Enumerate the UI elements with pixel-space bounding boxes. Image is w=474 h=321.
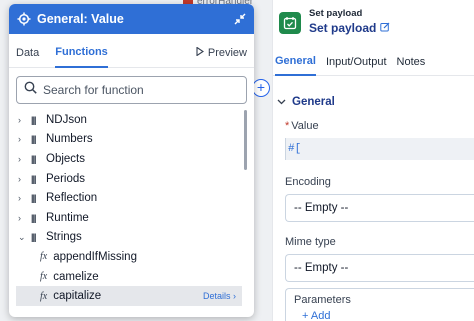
- chevron-down-icon: ⌄: [18, 231, 26, 242]
- tab-input-output[interactable]: Input/Output: [326, 48, 387, 76]
- function-tree: › ||| NDJson › ||| Numbers › ||| Objects › ||| P…: [9, 110, 254, 306]
- category-ndjson[interactable]: › ||| NDJson: [16, 110, 254, 130]
- section-title: General: [292, 96, 335, 108]
- popup-header: General: Value: [9, 4, 254, 34]
- library-icon: |||: [31, 193, 37, 204]
- function-search: [16, 76, 247, 104]
- category-runtime[interactable]: › ||| Runtime: [16, 208, 254, 228]
- edit-icon[interactable]: [380, 21, 390, 35]
- section-general[interactable]: General: [273, 89, 474, 115]
- category-objects[interactable]: › ||| Objects: [16, 149, 254, 169]
- category-label: Strings: [46, 231, 82, 244]
- tab-data[interactable]: Data: [16, 38, 39, 68]
- tab-general[interactable]: General: [275, 48, 316, 76]
- chevron-right-icon: ›: [18, 212, 21, 223]
- chevron-right-icon: ›: [18, 153, 21, 164]
- category-label: Runtime: [46, 211, 89, 224]
- panel-header: Set payload Set payload: [273, 0, 474, 46]
- details-link[interactable]: Details ›: [203, 291, 242, 301]
- chevron-down-icon: [277, 96, 286, 108]
- encoding-select[interactable]: -- Empty --: [285, 194, 474, 222]
- required-marker: *: [285, 120, 290, 132]
- category-label: Periods: [46, 172, 85, 185]
- collapse-icon[interactable]: [234, 13, 246, 25]
- function-label: camelize: [53, 270, 99, 283]
- category-label: Reflection: [46, 192, 98, 205]
- category-numbers[interactable]: › ||| Numbers: [16, 130, 254, 150]
- expression-popup: General: Value Data Functions Preview › |…: [9, 4, 254, 317]
- settings-icon: [17, 12, 31, 26]
- category-label: Objects: [46, 152, 85, 165]
- value-label-text: Value: [291, 120, 319, 132]
- function-item-camelize[interactable]: fx camelize: [16, 267, 242, 287]
- function-item-capitalize[interactable]: fx capitalize Details ›: [16, 286, 242, 306]
- category-label: Numbers: [46, 133, 93, 146]
- parameters-box: Parameters + Add: [285, 288, 474, 321]
- category-strings[interactable]: ⌄ ||| Strings: [16, 228, 254, 248]
- parameters-label: Parameters: [294, 294, 351, 306]
- mime-type-label: Mime type: [285, 236, 336, 248]
- popup-title: General: Value: [37, 12, 124, 26]
- preview-label: Preview: [207, 46, 247, 59]
- chevron-right-icon: ›: [18, 193, 21, 204]
- library-icon: |||: [31, 173, 37, 184]
- library-icon: |||: [31, 114, 37, 125]
- mime-type-select[interactable]: -- Empty --: [285, 254, 474, 282]
- add-component-button[interactable]: +: [252, 79, 270, 97]
- function-label: capitalize: [53, 290, 102, 303]
- search-icon: [24, 81, 37, 99]
- search-input[interactable]: [43, 83, 239, 97]
- value-label: * Value: [273, 120, 474, 132]
- function-icon: fx: [40, 290, 48, 302]
- set-payload-icon: [279, 12, 301, 34]
- library-icon: |||: [31, 134, 37, 145]
- function-label: appendIfMissing: [53, 250, 137, 263]
- library-icon: |||: [31, 212, 37, 223]
- chevron-right-icon: ›: [18, 173, 21, 184]
- category-reflection[interactable]: › ||| Reflection: [16, 188, 254, 208]
- function-icon: fx: [40, 271, 48, 283]
- add-parameter-button[interactable]: + Add: [294, 310, 466, 321]
- function-item-appendifmissing[interactable]: fx appendIfMissing: [16, 247, 242, 267]
- component-name-label: Set payload: [309, 21, 377, 35]
- library-icon: |||: [31, 232, 37, 243]
- panel-tabs: General Input/Output Notes: [273, 48, 474, 76]
- tab-functions[interactable]: Functions: [55, 38, 108, 68]
- library-icon: |||: [31, 153, 37, 164]
- category-periods[interactable]: › ||| Periods: [16, 169, 254, 189]
- value-expression-field[interactable]: #[: [285, 138, 474, 160]
- preview-toggle[interactable]: Preview: [196, 45, 247, 59]
- function-icon: fx: [40, 251, 48, 263]
- encoding-label: Encoding: [285, 176, 331, 188]
- properties-panel: Set payload Set payload General Input/Ou…: [272, 0, 474, 321]
- play-icon: [196, 45, 204, 59]
- component-name[interactable]: Set payload: [309, 21, 390, 35]
- popup-tabs: Data Functions Preview: [9, 38, 254, 68]
- component-type: Set payload: [309, 8, 363, 19]
- chevron-right-icon: ›: [18, 134, 21, 145]
- tree-scrollbar[interactable]: [244, 110, 247, 170]
- chevron-right-icon: ›: [18, 114, 21, 125]
- category-label: NDJson: [46, 113, 87, 126]
- tab-notes[interactable]: Notes: [397, 48, 426, 76]
